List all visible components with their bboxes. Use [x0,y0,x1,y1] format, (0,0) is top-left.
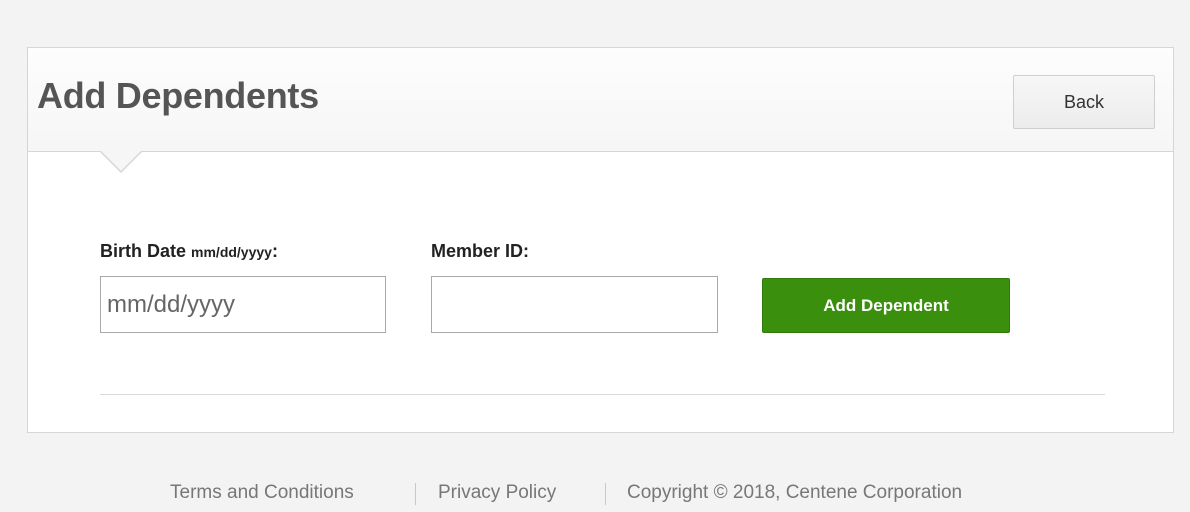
add-dependent-button[interactable]: Add Dependent [762,278,1010,333]
footer: Terms and Conditions Privacy Policy Copy… [0,480,1190,506]
panel-header: Add Dependents Back [28,48,1173,152]
footer-separator [605,483,606,505]
privacy-policy-link[interactable]: Privacy Policy [438,480,556,506]
back-button[interactable]: Back [1013,75,1155,129]
birth-date-format-hint: mm/dd/yyyy [191,244,272,260]
page-title: Add Dependents [37,75,319,116]
birth-date-label: Birth Date mm/dd/yyyy: [100,240,278,263]
copyright-text: Copyright © 2018, Centene Corporation [627,482,963,503]
birth-date-label-suffix: : [271,241,278,261]
member-id-input[interactable] [431,276,718,333]
terms-and-conditions-link[interactable]: Terms and Conditions [170,480,354,506]
birth-date-input[interactable] [100,276,386,333]
footer-separator [415,483,416,505]
header-pointer-arrow [99,150,143,173]
birth-date-label-text: Birth Date [100,241,187,261]
form-divider [100,394,1105,395]
member-id-label: Member ID: [431,241,530,261]
add-dependents-panel: Add Dependents Back Birth Date mm/dd/yyy… [27,47,1174,433]
